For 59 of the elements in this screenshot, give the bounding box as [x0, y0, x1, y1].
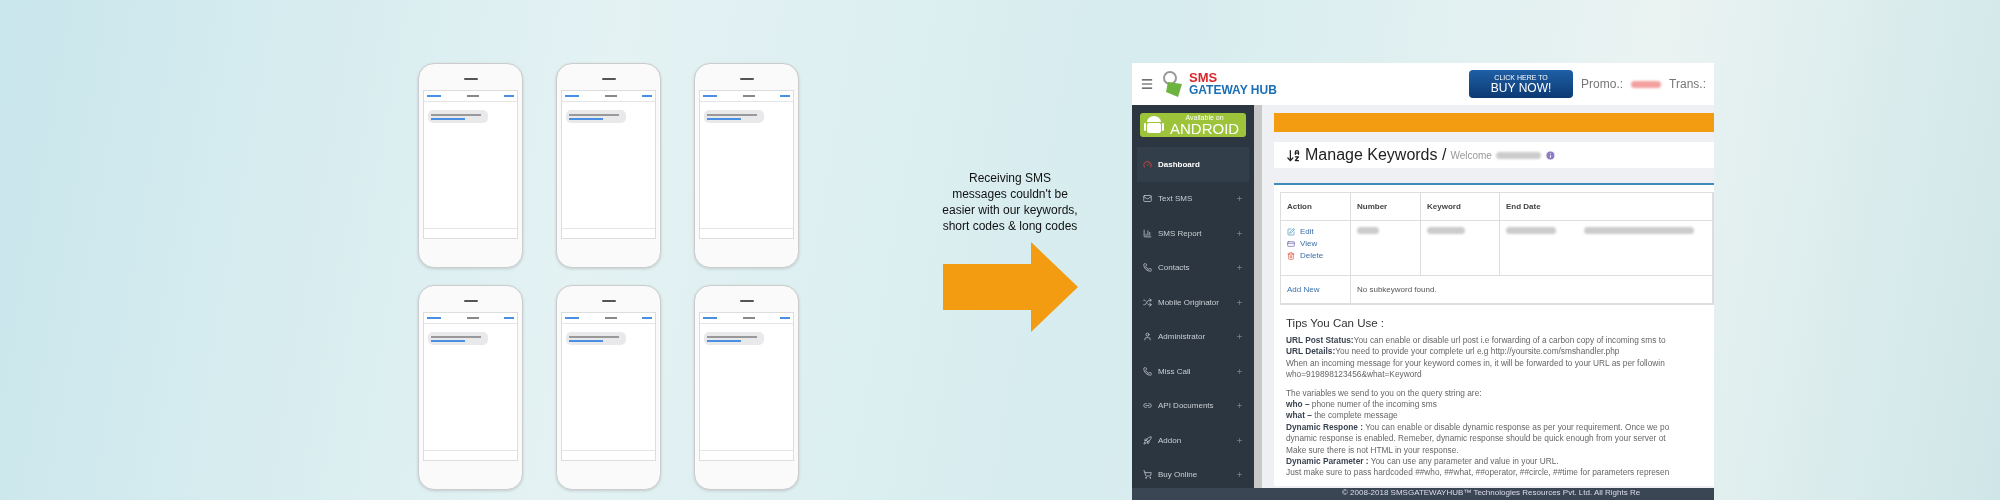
blurred-value [1506, 227, 1556, 234]
balance-label: Trans.: [1669, 77, 1706, 91]
info-icon [1544, 149, 1556, 161]
tip-text: Dynamic Respone : You can enable or disable dynamic response as per your requirement. Once we po [1286, 421, 1671, 434]
bar-chart-icon [1143, 228, 1152, 238]
tip-text: who=919898123456&what=Keyword [1286, 369, 1423, 381]
caption: Receiving SMS messages couldn't be easier with our keywords, short codes & long codes [941, 170, 1079, 234]
blurred-name [1495, 151, 1541, 159]
column-header: Keyword [1421, 193, 1500, 221]
link-icon [1143, 401, 1152, 411]
column-header: End Date [1500, 193, 1713, 221]
tip-text: dynamic response is enabled. Remeber, dynamic response should be quick enough from your server ot [1286, 433, 1667, 445]
sidebar-item[interactable]: Text SMS [1137, 181, 1249, 216]
gauge-icon [1143, 159, 1152, 169]
rocket-icon [1143, 435, 1152, 445]
sidebar-item[interactable]: SMS Report [1137, 216, 1249, 251]
welcome-text: Welcome [1450, 149, 1492, 161]
tip-text: When an incoming message for your keyword comes in, it will be forwarded to your URL as per followin [1286, 357, 1666, 370]
sidebar-item[interactable]: API Documents [1137, 388, 1249, 423]
tip-text: Dynamic Parameter : You can use any parameter and value in your URL. [1286, 456, 1560, 468]
sidebar-item[interactable]: Mobile Originator [1137, 285, 1249, 320]
action-link[interactable]: View [1287, 239, 1344, 248]
card-icon [1287, 239, 1295, 248]
logo-text: SMS GATEWAY HUB [1189, 72, 1277, 96]
balance-label: Promo.: [1581, 77, 1624, 91]
trash-icon [1287, 251, 1295, 260]
column-header: Number [1351, 193, 1421, 221]
phone-icon [1143, 263, 1152, 273]
action-link[interactable]: Edit [1287, 227, 1344, 236]
sidebar-item[interactable]: Administrator [1137, 319, 1249, 354]
add-new-link[interactable]: Add New [1287, 285, 1344, 294]
tips-title: Tips You Can Use : [1286, 317, 1386, 329]
phone-icon [1143, 366, 1152, 376]
sidebar-item[interactable]: Contacts [1137, 250, 1249, 285]
tip-text: URL Post Status:You can enable or disable url post i.e forwarding of a carbon copy of incoming sms to [1286, 335, 1667, 347]
blurred-value [1357, 227, 1379, 234]
tip-text: who – phone numer of the incoming sms [1286, 399, 1438, 411]
page-title: Manage Keywords / [1305, 146, 1447, 164]
action-link[interactable]: Delete [1287, 251, 1344, 260]
tip-text: Just make sure to pass hardcoded ##who, ##what, ##operator, ##circle, ##time for parameters represen [1286, 467, 1671, 479]
edit-icon [1287, 227, 1295, 236]
tip-text: what – the complete message [1286, 410, 1399, 422]
tip-text: Make sure there is not HTML in your response. [1286, 444, 1460, 457]
column-header: Action [1281, 193, 1351, 221]
shuffle-icon [1143, 297, 1152, 307]
blurred-value [1427, 227, 1465, 234]
empty-message: No subkeyword found. [1357, 285, 1438, 294]
user-icon [1143, 332, 1152, 342]
sidebar-item[interactable]: Miss Call [1137, 354, 1249, 389]
cart-icon [1143, 470, 1152, 480]
sort-icon [1286, 147, 1301, 163]
arrow-icon [942, 242, 1078, 332]
envelope-icon [1143, 194, 1152, 204]
sidebar-item[interactable]: Addon [1137, 423, 1249, 458]
tip-text: URL Details:You need to provide your complete url e.g http://yoursite.com/smshandler.php [1286, 346, 1621, 358]
tip-text: The variables we send to you on the query string are: [1286, 387, 1483, 400]
footer-text: © 2008-2018 SMSGATEWAYHUB™ Technologies Resources Pvt. Ltd. All Rights Re [1132, 488, 1714, 500]
sidebar-item[interactable]: Dashboard [1137, 147, 1249, 182]
menu-icon[interactable] [1140, 77, 1154, 91]
